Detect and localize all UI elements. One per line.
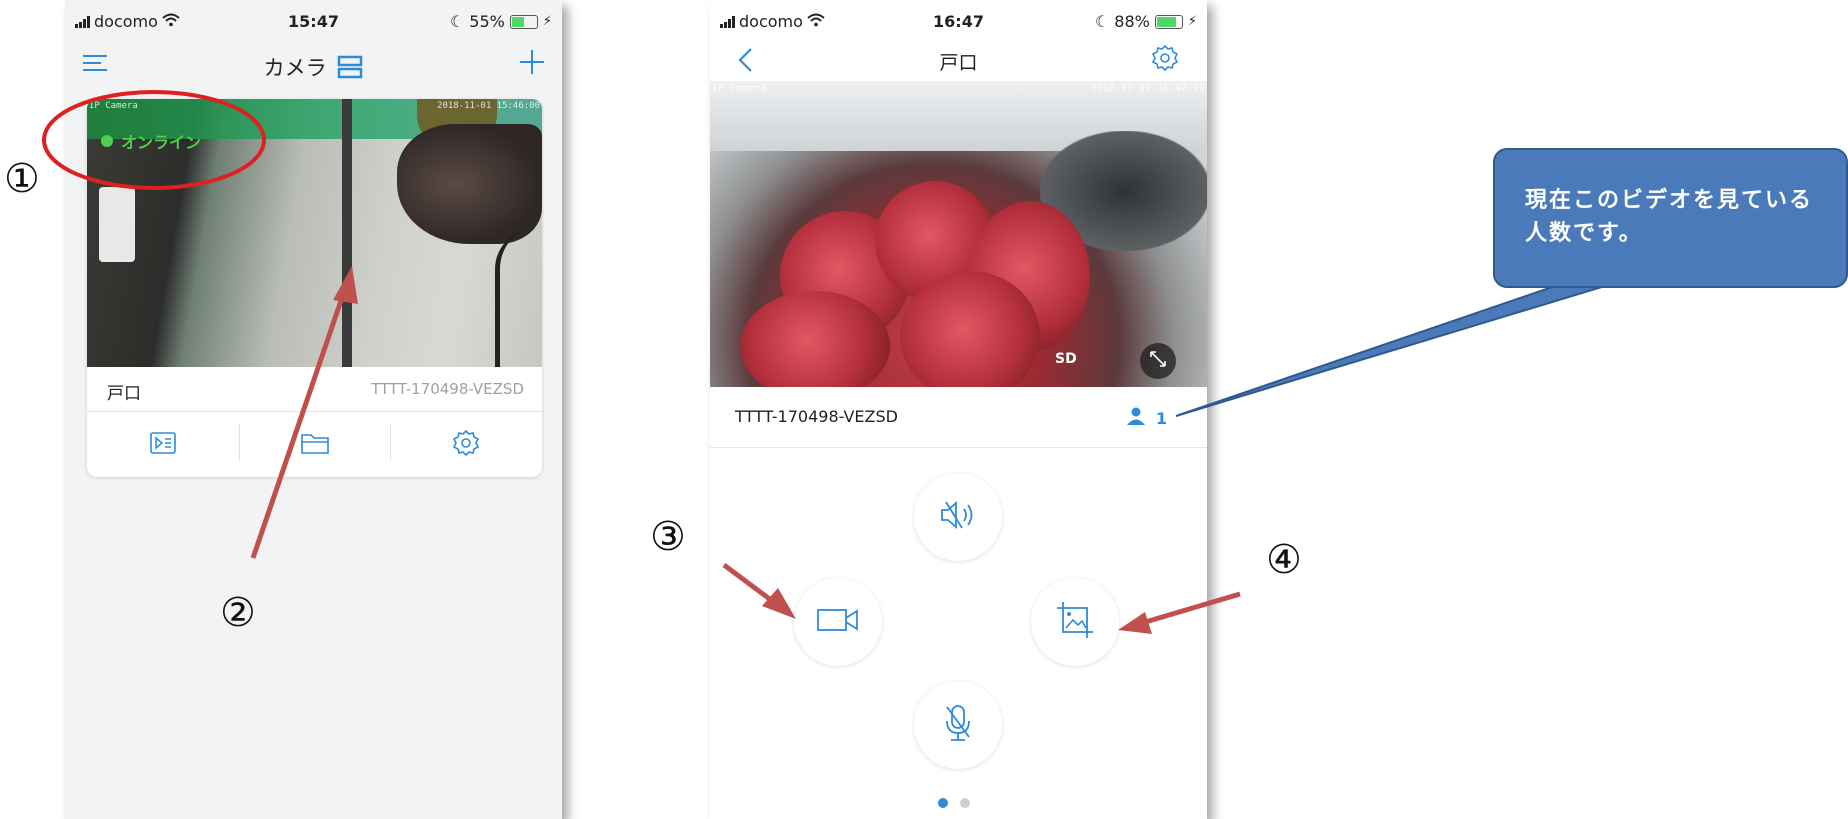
marker-2: ② (220, 590, 256, 636)
callout-text: 現在このビデオを見ている人数です。 (1525, 188, 1814, 246)
arrow-4-head (1118, 612, 1152, 634)
annotation-layer (42, 90, 1606, 634)
marker-3: ③ (650, 514, 686, 560)
highlight-circle (42, 90, 266, 190)
callout-box: 現在このビデオを見ている人数です。 (1493, 148, 1848, 288)
callout-pointer (1175, 285, 1606, 417)
annotation-arrows (250, 266, 1241, 634)
arrow-2-head (333, 266, 358, 304)
marker-1: ① (4, 156, 40, 202)
marker-4: ④ (1266, 537, 1302, 583)
arrow-4 (1141, 591, 1241, 626)
arrow-3 (722, 562, 777, 606)
arrow-2 (250, 285, 349, 559)
arrow-3-head (762, 588, 796, 619)
